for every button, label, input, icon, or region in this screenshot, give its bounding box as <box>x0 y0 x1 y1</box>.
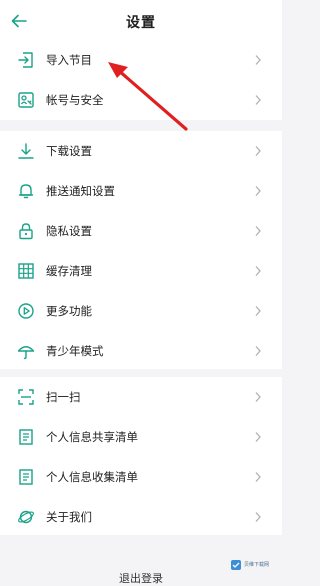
annotation-arrow <box>108 62 188 131</box>
bell-icon <box>18 184 34 199</box>
chevron-right-icon <box>255 266 261 276</box>
settings-group-general: 下载设置 推送通知设置 隐私设置 缓存清理 更多功能 青少年模式 <box>0 131 282 369</box>
chevron-right-icon <box>255 186 261 196</box>
watermark-text: 贝维下载网 <box>244 562 270 568</box>
settings-item-label: 扫一扫 <box>46 390 81 404</box>
chevron-right-icon <box>255 432 261 442</box>
import-icon <box>18 52 33 68</box>
settings-item-label: 个人信息共享清单 <box>46 430 138 444</box>
settings-item-info-share-list[interactable]: 个人信息共享清单 <box>0 417 282 457</box>
chevron-right-icon <box>255 146 261 156</box>
list-doc-icon <box>19 429 33 445</box>
account-security-icon <box>18 92 34 108</box>
settings-item-teen-mode[interactable]: 青少年模式 <box>0 331 282 371</box>
settings-item-label: 下载设置 <box>46 144 92 158</box>
watermark: 贝维下载网 <box>230 556 278 574</box>
scan-icon <box>18 389 34 405</box>
top-bar: 设置 <box>0 0 282 42</box>
grid-icon <box>18 263 34 279</box>
settings-item-label: 缓存清理 <box>46 264 92 278</box>
chevron-right-icon <box>255 55 261 65</box>
settings-item-label: 帐号与安全 <box>46 93 104 107</box>
download-icon <box>18 143 34 159</box>
chevron-right-icon <box>255 392 261 402</box>
page-title: 设置 <box>126 15 156 31</box>
settings-item-privacy[interactable]: 隐私设置 <box>0 211 282 251</box>
settings-item-label: 推送通知设置 <box>46 184 115 198</box>
settings-item-cache-clean[interactable]: 缓存清理 <box>0 251 282 291</box>
planet-icon <box>18 510 34 524</box>
settings-item-label: 青少年模式 <box>46 344 104 358</box>
chevron-right-icon <box>255 306 261 316</box>
umbrella-icon <box>17 346 35 360</box>
play-circle-icon <box>18 303 34 319</box>
settings-item-scan[interactable]: 扫一扫 <box>0 377 282 417</box>
settings-item-label: 更多功能 <box>46 304 92 318</box>
chevron-right-icon <box>255 226 261 236</box>
settings-item-more-features[interactable]: 更多功能 <box>0 291 282 331</box>
list-doc-icon <box>19 469 33 485</box>
settings-item-about-us[interactable]: 关于我们 <box>0 497 282 537</box>
lock-icon <box>19 223 33 240</box>
settings-item-label: 个人信息收集清单 <box>46 470 138 484</box>
chevron-right-icon <box>255 95 261 105</box>
watermark-logo-icon <box>231 560 241 570</box>
chevron-right-icon <box>255 346 261 356</box>
chevron-right-icon <box>255 472 261 482</box>
settings-item-label: 导入节目 <box>46 53 92 67</box>
settings-item-info-collect-list[interactable]: 个人信息收集清单 <box>0 457 282 497</box>
chevron-right-icon <box>255 512 261 522</box>
settings-item-label: 关于我们 <box>46 510 92 524</box>
settings-item-download[interactable]: 下载设置 <box>0 131 282 171</box>
settings-group-info: 扫一扫 个人信息共享清单 个人信息收集清单 关于我们 <box>0 377 282 535</box>
settings-item-label: 隐私设置 <box>46 224 92 238</box>
settings-item-push-notification[interactable]: 推送通知设置 <box>0 171 282 211</box>
